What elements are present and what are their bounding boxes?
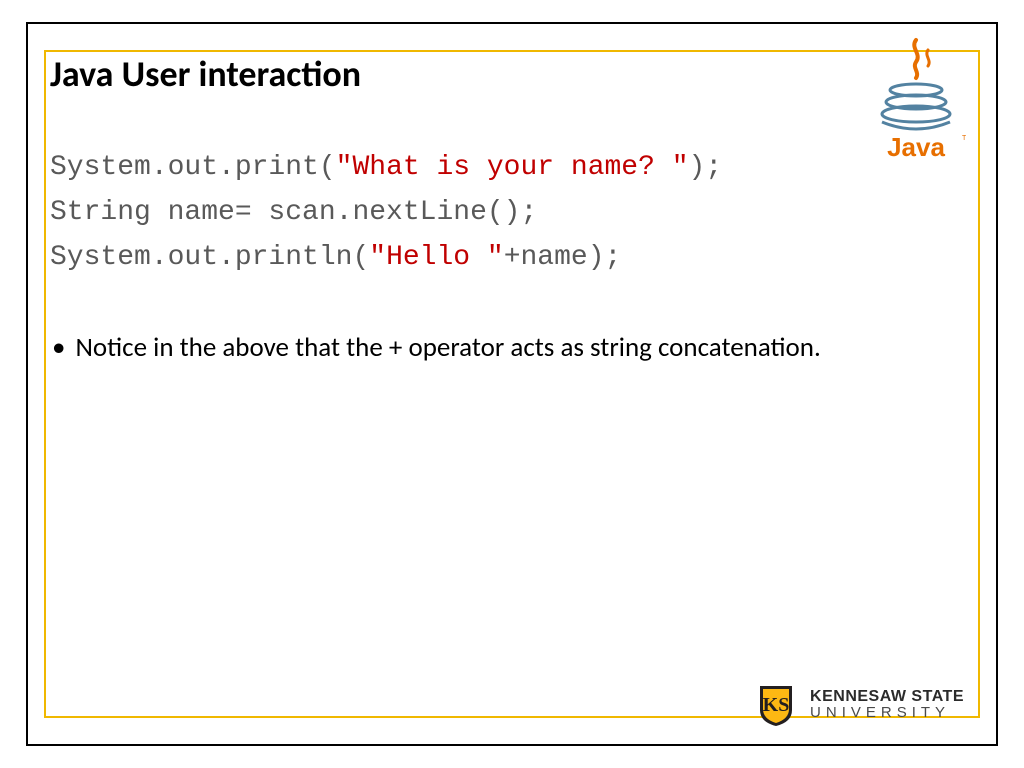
ksu-logo: KS KENNESAW STATE UNIVERSITY — [752, 680, 964, 728]
bullet-text: Notice in the above that the + operator … — [75, 330, 820, 366]
code-text: System.out.print( — [50, 152, 336, 183]
java-logo-text: Java — [887, 132, 945, 162]
code-line-1: System.out.print("What is your name? "); — [50, 146, 974, 191]
java-logo-icon: Java TM — [866, 36, 966, 171]
code-text: System.out.println( — [50, 242, 369, 273]
code-text: +name); — [504, 242, 622, 273]
ksu-name-line2: UNIVERSITY — [810, 705, 964, 720]
svg-text:KS: KS — [763, 694, 790, 716]
code-text: ); — [689, 152, 723, 183]
ksu-name-line1: KENNESAW STATE — [810, 689, 964, 705]
bullet-marker: • — [52, 330, 65, 366]
ksu-text: KENNESAW STATE UNIVERSITY — [810, 689, 964, 720]
code-line-3: System.out.println("Hello "+name); — [50, 236, 974, 281]
code-block: System.out.print("What is your name? ");… — [50, 146, 974, 280]
ksu-shield-icon: KS — [752, 680, 800, 728]
svg-text:TM: TM — [962, 135, 966, 142]
code-line-2: String name= scan.nextLine(); — [50, 191, 974, 236]
code-string: "What is your name? " — [336, 152, 689, 183]
slide-title: Java User interaction — [50, 52, 974, 96]
slide-content: Java User interaction System.out.print("… — [50, 52, 974, 716]
code-string: "Hello " — [369, 242, 503, 273]
bullet-item: • Notice in the above that the + operato… — [50, 330, 974, 366]
